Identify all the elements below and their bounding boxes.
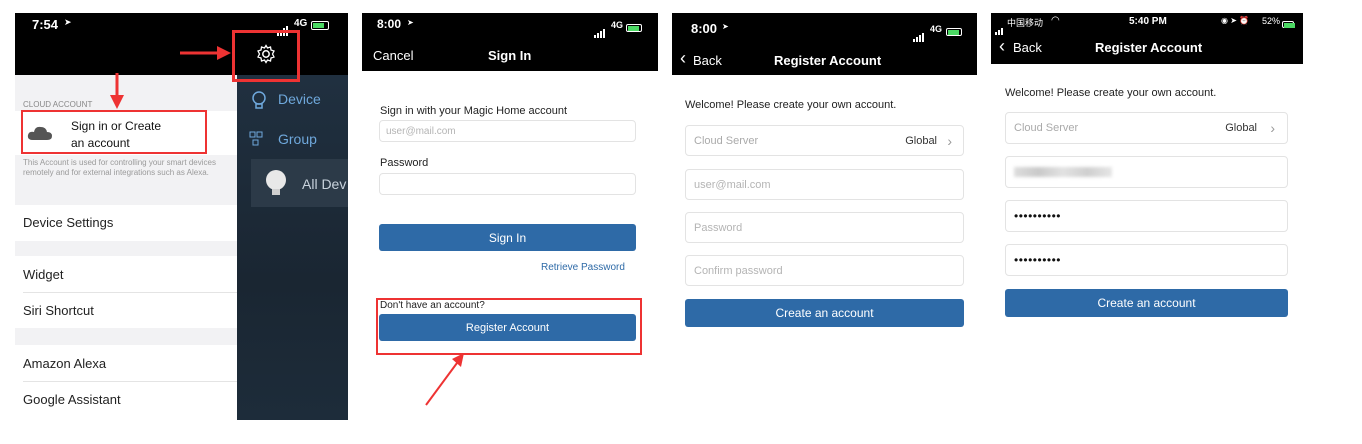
cloud-server-label: Cloud Server bbox=[694, 134, 759, 147]
confirm-password-mask: •••••••••• bbox=[1014, 253, 1062, 267]
drawer-group[interactable]: Group bbox=[278, 131, 317, 147]
account-description: This Account is used for controlling you… bbox=[23, 158, 216, 177]
screenshot-settings: 7:54 ➤ 4G CLOUD ACCOUNT Sign in or Creat… bbox=[15, 13, 348, 420]
back-button[interactable]: Back bbox=[1013, 40, 1042, 55]
blurred-email bbox=[1014, 167, 1112, 177]
gear-highlight-box bbox=[232, 30, 300, 82]
page-title: Register Account bbox=[774, 53, 882, 68]
drawer-device[interactable]: Device bbox=[278, 91, 321, 107]
location-icon: ➤ bbox=[64, 17, 72, 27]
cloud-server-row[interactable]: Cloud Server Global › bbox=[1005, 112, 1288, 144]
password-label: Password bbox=[380, 157, 429, 169]
signal-icon bbox=[995, 17, 1004, 35]
drawer-all-devices[interactable]: All Dev bbox=[302, 176, 346, 192]
row-google-assistant[interactable]: Google Assistant bbox=[23, 392, 121, 407]
confirm-password-field[interactable]: Confirm password bbox=[685, 255, 964, 286]
cancel-button[interactable]: Cancel bbox=[373, 48, 413, 63]
arrow-to-register bbox=[425, 353, 464, 406]
password-field[interactable]: Password bbox=[685, 212, 964, 243]
wifi-icon: ◠ bbox=[1051, 15, 1060, 26]
create-account-button[interactable]: Create an account bbox=[1005, 289, 1288, 317]
signal-icon bbox=[594, 20, 606, 38]
row-amazon-alexa[interactable]: Amazon Alexa bbox=[23, 356, 106, 371]
retrieve-password-link[interactable]: Retrieve Password bbox=[541, 262, 625, 273]
cloud-server-row[interactable]: Cloud Server Global › bbox=[685, 125, 964, 156]
row-divider bbox=[23, 381, 237, 382]
page-title: Register Account bbox=[1095, 40, 1203, 55]
screenshot-register: 8:00 ➤ 4G ‹ Back Register Account Welcom… bbox=[672, 13, 977, 414]
status-time: 7:54 bbox=[32, 17, 59, 32]
screenshot-register-filled: 中国移动 ◠ 5:40 PM ◉ ➤ ⏰ 52% ‹ Back Register… bbox=[991, 13, 1303, 414]
cloud-server-value: Global bbox=[905, 134, 937, 147]
create-account-button[interactable]: Create an account bbox=[685, 299, 964, 327]
group-icon bbox=[249, 131, 269, 152]
page-title: Sign In bbox=[488, 48, 532, 63]
email-field[interactable]: user@mail.com bbox=[379, 120, 636, 142]
status-time: 8:00 bbox=[691, 21, 718, 36]
network-label: 4G bbox=[611, 20, 624, 30]
network-label: 4G bbox=[294, 18, 308, 29]
row-divider bbox=[23, 292, 237, 293]
signin-button[interactable]: Sign In bbox=[379, 224, 636, 251]
welcome-text: Welcome! Please create your own account. bbox=[1005, 87, 1217, 99]
email-field[interactable]: user@mail.com bbox=[685, 169, 964, 200]
row-widget[interactable]: Widget bbox=[23, 267, 63, 282]
cloud-server-label: Cloud Server bbox=[1014, 122, 1079, 134]
status-icons: ◉ ➤ ⏰ bbox=[1221, 16, 1250, 25]
signal-icon bbox=[913, 24, 925, 42]
email-field[interactable] bbox=[1005, 156, 1288, 188]
battery-icon bbox=[626, 19, 642, 37]
back-chevron-icon[interactable]: ‹ bbox=[680, 49, 686, 67]
back-chevron-icon[interactable]: ‹ bbox=[999, 37, 1005, 55]
chevron-right-icon: › bbox=[1270, 120, 1275, 136]
battery-icon bbox=[1282, 16, 1295, 34]
section-header: CLOUD ACCOUNT bbox=[23, 100, 93, 109]
side-drawer bbox=[237, 75, 348, 420]
chevron-right-icon: › bbox=[947, 132, 952, 149]
welcome-text: Welcome! Please create your own account. bbox=[685, 99, 897, 111]
status-time: 8:00 bbox=[377, 17, 402, 31]
password-field[interactable]: •••••••••• bbox=[1005, 200, 1288, 232]
carrier-label: 中国移动 bbox=[1007, 18, 1044, 28]
signin-highlight-box bbox=[21, 110, 207, 154]
network-label: 4G bbox=[930, 24, 943, 34]
location-icon: ➤ bbox=[722, 22, 729, 31]
location-icon: ➤ bbox=[407, 18, 414, 27]
back-button[interactable]: Back bbox=[693, 53, 722, 68]
password-mask: •••••••••• bbox=[1014, 209, 1062, 223]
row-siri-shortcut[interactable]: Siri Shortcut bbox=[23, 303, 94, 318]
battery-icon bbox=[946, 23, 962, 41]
bulb-icon bbox=[251, 91, 267, 116]
bulb-large-icon bbox=[263, 169, 289, 202]
battery-icon bbox=[311, 17, 329, 35]
signin-prompt: Sign in with your Magic Home account bbox=[380, 105, 568, 117]
cloud-server-value: Global bbox=[1225, 122, 1257, 134]
arrow-to-gear bbox=[180, 46, 231, 60]
screenshot-signin: 8:00 ➤ 4G Cancel Sign In Sign in with yo… bbox=[362, 13, 658, 414]
confirm-password-field[interactable]: •••••••••• bbox=[1005, 244, 1288, 276]
password-field[interactable] bbox=[379, 173, 636, 195]
arrow-to-signin bbox=[110, 73, 124, 109]
row-device-settings[interactable]: Device Settings bbox=[23, 215, 113, 230]
status-time: 5:40 PM bbox=[1129, 16, 1167, 27]
battery-percent: 52% bbox=[1262, 16, 1281, 26]
register-highlight-box bbox=[376, 298, 642, 355]
